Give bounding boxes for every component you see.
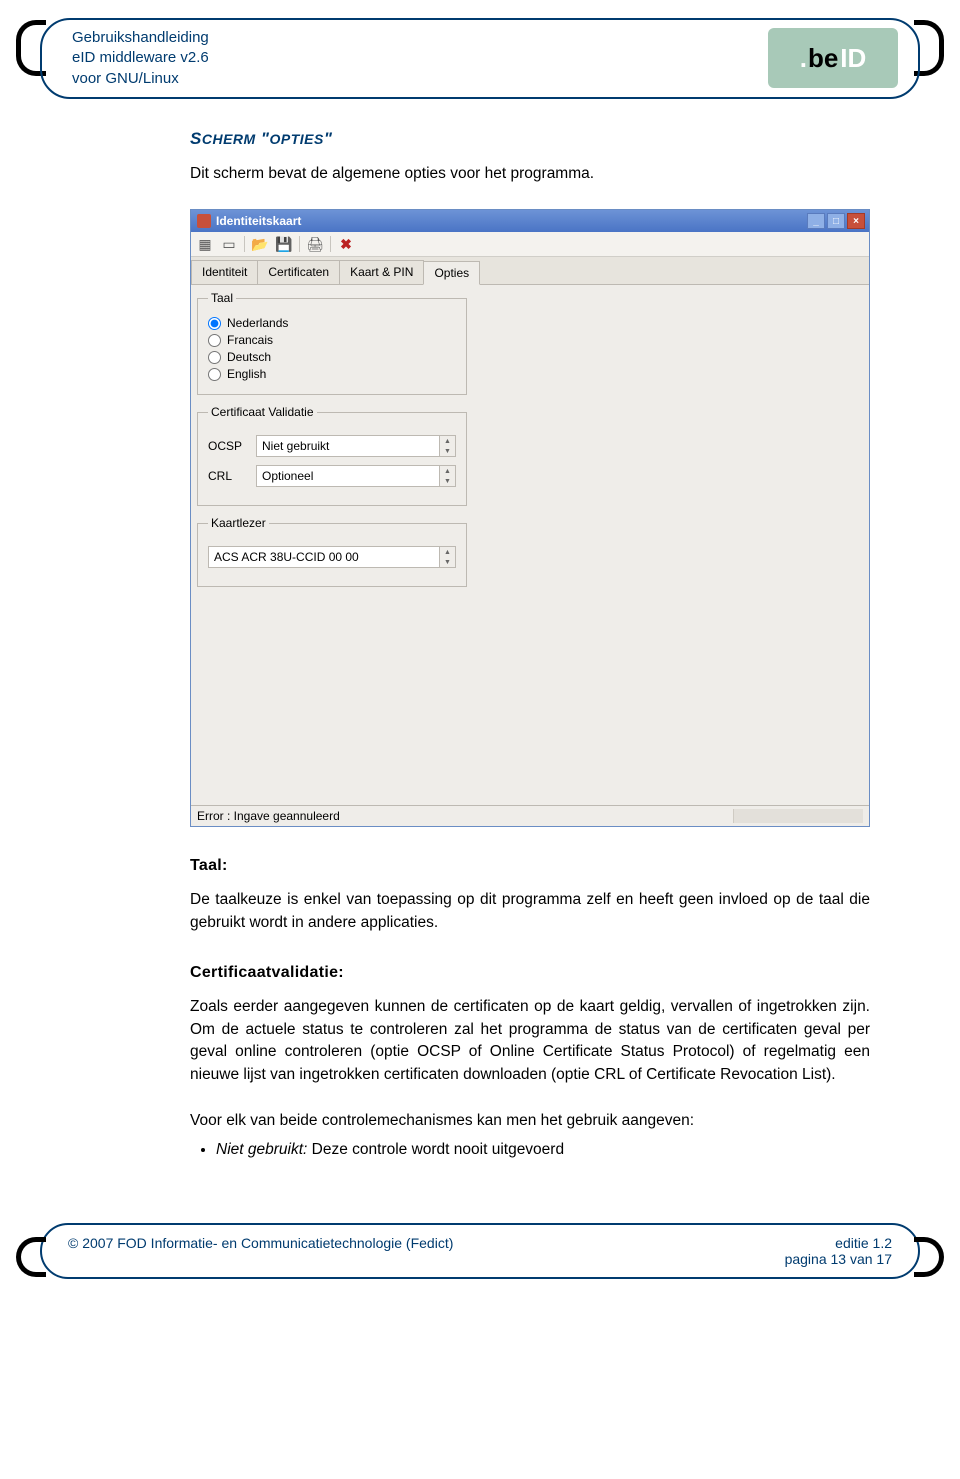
tab-opties[interactable]: Opties <box>423 261 480 285</box>
radio-deutsch[interactable] <box>208 351 221 364</box>
st-opties: OPTIES <box>269 131 323 147</box>
st-s: S <box>190 129 202 148</box>
cert-paragraph-2: Voor elk van beide controlemechanismes k… <box>190 1110 870 1132</box>
footer-page: pagina 13 van 17 <box>785 1251 892 1267</box>
save-icon[interactable]: 💾 <box>275 235 293 253</box>
radio-francais[interactable] <box>208 334 221 347</box>
logo-dot: . <box>800 43 807 74</box>
ocsp-spinner[interactable]: ▲▼ <box>440 435 456 457</box>
kaartlezer-group: Kaartlezer ACS ACR 38U-CCID 00 00 ▲▼ <box>197 516 467 587</box>
reader-select[interactable]: ACS ACR 38U-CCID 00 00 <box>208 546 440 568</box>
footer-edition: editie 1.2 <box>785 1235 892 1251</box>
page-corner-bottom-right <box>914 1237 944 1277</box>
toolbar-icon-2[interactable]: ▭ <box>220 235 238 253</box>
certval-group: Certificaat Validatie OCSP Niet gebruikt… <box>197 405 467 506</box>
kaartlezer-legend: Kaartlezer <box>208 516 269 530</box>
crl-select[interactable]: Optioneel <box>256 465 440 487</box>
ocsp-label: OCSP <box>208 439 248 453</box>
header-box: Gebruikshandleiding eID middleware v2.6 … <box>40 18 920 99</box>
taal-legend: Taal <box>208 291 236 305</box>
tabs-row: Identiteit Certificaten Kaart & PIN Opti… <box>191 257 869 285</box>
taal-paragraph: De taalkeuze is enkel van toepassing op … <box>190 889 870 934</box>
toolbar: ▦ ▭ 📂 💾 🖨 ✖ <box>191 232 869 257</box>
toolbar-sep-1 <box>244 236 245 252</box>
window-minimize-button[interactable]: _ <box>807 213 825 229</box>
window-maximize-button[interactable]: □ <box>827 213 845 229</box>
cert-paragraph-1: Zoals eerder aangegeven kunnen de certif… <box>190 996 870 1086</box>
radio-label-nederlands: Nederlands <box>227 316 288 330</box>
tab-certificaten[interactable]: Certificaten <box>257 260 340 284</box>
app-window: Identiteitskaart _ □ × ▦ ▭ 📂 💾 🖨 ✖ Ident… <box>190 209 870 827</box>
taal-group: Taal Nederlands Francais Deutsch English <box>197 291 467 395</box>
header-line1: Gebruikshandleiding <box>72 28 209 48</box>
bullet-niet-gebruikt: Niet gebruikt: Deze controle wordt nooit… <box>216 1141 870 1159</box>
app-body: Taal Nederlands Francais Deutsch English… <box>191 285 869 805</box>
crl-label: CRL <box>208 469 248 483</box>
footer-left: © 2007 FOD Informatie- en Communicatiete… <box>68 1235 453 1267</box>
beid-logo: .beID <box>768 28 898 88</box>
radio-label-francais: Francais <box>227 333 273 347</box>
toolbar-icon-1[interactable]: ▦ <box>196 235 214 253</box>
section-title: SCHERM "OPTIES" <box>190 129 870 149</box>
certval-legend: Certificaat Validatie <box>208 405 317 419</box>
print-icon[interactable]: 🖨 <box>306 235 324 253</box>
radio-english[interactable] <box>208 368 221 381</box>
ocsp-select[interactable]: Niet gebruikt <box>256 435 440 457</box>
app-icon <box>197 214 211 228</box>
header-line3: voor GNU/Linux <box>72 69 209 89</box>
page-corner-bottom-left <box>16 1237 46 1277</box>
bullet-em: Niet gebruikt: <box>216 1141 307 1158</box>
crl-spinner[interactable]: ▲▼ <box>440 465 456 487</box>
delete-icon[interactable]: ✖ <box>337 235 355 253</box>
st-q1: " <box>256 129 270 148</box>
statusbar: Error : Ingave geannuleerd <box>191 805 869 826</box>
open-icon[interactable]: 📂 <box>251 235 269 253</box>
window-title: Identiteitskaart <box>216 214 301 228</box>
taal-heading: Taal: <box>190 857 870 875</box>
options-bullet-list: Niet gebruikt: Deze controle wordt nooit… <box>216 1141 870 1159</box>
toolbar-sep-2 <box>299 236 300 252</box>
header-text: Gebruikshandleiding eID middleware v2.6 … <box>72 28 209 89</box>
intro-paragraph: Dit scherm bevat de algemene opties voor… <box>190 163 870 185</box>
tab-identiteit[interactable]: Identiteit <box>191 260 258 284</box>
reader-spinner[interactable]: ▲▼ <box>440 546 456 568</box>
logo-id: ID <box>840 43 866 74</box>
titlebar: Identiteitskaart _ □ × <box>191 210 869 232</box>
logo-be: be <box>808 43 838 74</box>
st-cherm: CHERM <box>202 131 256 147</box>
radio-nederlands[interactable] <box>208 317 221 330</box>
window-close-button[interactable]: × <box>847 213 865 229</box>
toolbar-sep-3 <box>330 236 331 252</box>
cert-heading: Certificaatvalidatie: <box>190 964 870 982</box>
tab-kaart-pin[interactable]: Kaart & PIN <box>339 260 424 284</box>
radio-label-english: English <box>227 367 266 381</box>
statusbar-text: Error : Ingave geannuleerd <box>197 809 340 823</box>
bullet-rest: Deze controle wordt nooit uitgevoerd <box>307 1141 564 1158</box>
radio-label-deutsch: Deutsch <box>227 350 271 364</box>
statusbar-grip <box>733 809 863 823</box>
footer-box: © 2007 FOD Informatie- en Communicatiete… <box>40 1223 920 1279</box>
st-q2: " <box>324 129 333 148</box>
header-line2: eID middleware v2.6 <box>72 48 209 68</box>
